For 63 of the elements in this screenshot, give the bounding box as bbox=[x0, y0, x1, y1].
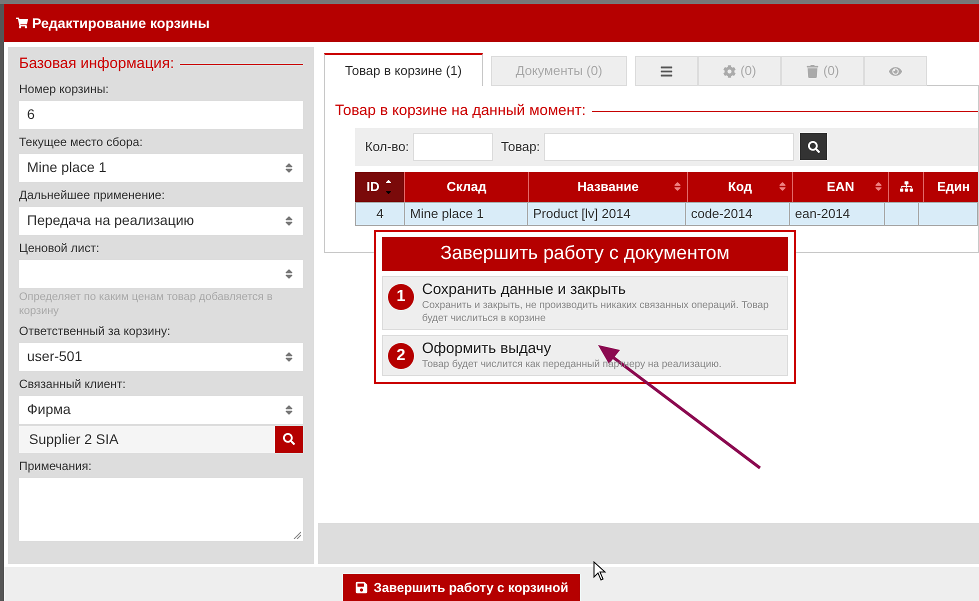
search-button[interactable] bbox=[275, 426, 303, 452]
table-cell: code-2014 bbox=[685, 202, 790, 226]
text-field[interactable]: 6 bbox=[19, 100, 303, 128]
tab[interactable]: Товар в корзине (1) bbox=[324, 53, 483, 86]
finish-basket-button[interactable]: Завершить работу с корзиной bbox=[342, 574, 580, 601]
step-number: 2 bbox=[388, 343, 414, 369]
option-title: Сохранить данные и закрыть bbox=[422, 281, 627, 299]
search-button[interactable] bbox=[800, 133, 828, 160]
field-label: Ценовой лист: bbox=[19, 240, 100, 256]
field-label: Ответственный за корзину: bbox=[19, 322, 172, 340]
step-number: 1 bbox=[388, 284, 414, 310]
table-cell: Mine place 1 bbox=[404, 202, 528, 226]
search-icon bbox=[283, 433, 295, 445]
table-cell: 4 bbox=[355, 202, 405, 226]
quantity-field[interactable] bbox=[413, 132, 494, 160]
quantity-label: Кол-во: bbox=[365, 138, 410, 156]
mouse-cursor-icon bbox=[593, 561, 607, 581]
table-cell: ean-2014 bbox=[789, 202, 885, 226]
finish-option[interactable]: 1 Сохранить данные и закрыть Сохранить и закрыть, не производить никаких связанных операций. Товар будет числиться в корзине bbox=[382, 276, 788, 330]
sort-caret-icon bbox=[283, 404, 295, 416]
window-title: Редактирование корзины bbox=[32, 14, 210, 33]
search-icon bbox=[808, 140, 820, 152]
gear-icon bbox=[723, 64, 736, 78]
select-field[interactable] bbox=[19, 260, 303, 288]
section-heading: Базовая информация: bbox=[19, 54, 174, 74]
select-field[interactable]: user-501 bbox=[19, 342, 303, 370]
tab[interactable] bbox=[635, 56, 698, 86]
product-label: Товар: bbox=[501, 138, 540, 156]
table-cell bbox=[884, 202, 919, 226]
column-header[interactable]: Код bbox=[688, 172, 793, 202]
column-header[interactable]: EAN bbox=[793, 172, 889, 202]
option-title: Оформить выдачу bbox=[422, 340, 552, 358]
field-label: Примечания: bbox=[19, 458, 93, 474]
column-header[interactable]: Склад bbox=[405, 172, 529, 202]
field-label: Связанный клиент: bbox=[19, 376, 127, 392]
column-header[interactable]: Название bbox=[529, 172, 688, 202]
sort-caret-icon bbox=[283, 162, 295, 174]
resize-grip-icon bbox=[293, 530, 301, 538]
cart-icon bbox=[16, 17, 28, 29]
column-header[interactable] bbox=[889, 172, 924, 202]
option-description: Сохранить и закрыть, не производить никаких связанных операций. Товар будет числиться в корзине bbox=[422, 299, 770, 325]
select-field[interactable]: Фирма bbox=[19, 396, 303, 424]
list-icon bbox=[660, 64, 674, 78]
select-field[interactable]: Передача на реализацию bbox=[19, 206, 303, 234]
select-field[interactable]: Mine place 1 bbox=[19, 154, 303, 182]
lookup-field[interactable]: Supplier 2 SIA bbox=[19, 426, 275, 452]
field-label: Номер корзины: bbox=[19, 80, 110, 98]
hierarchy-icon bbox=[900, 180, 912, 193]
notes-field[interactable] bbox=[19, 478, 303, 540]
product-field[interactable] bbox=[544, 132, 794, 160]
field-label: Текущее место сбора: bbox=[19, 134, 144, 150]
eye-icon bbox=[889, 64, 902, 78]
sort-caret-icon bbox=[283, 350, 295, 362]
field-label: Дальнейшее применение: bbox=[19, 186, 166, 204]
dialog-title: Завершить работу с документом bbox=[382, 237, 788, 271]
sort-caret-icon bbox=[283, 214, 295, 226]
section-heading: Товар в корзине на данный момент: bbox=[335, 101, 586, 121]
sort-caret-icon bbox=[283, 268, 295, 280]
column-header[interactable]: ID bbox=[355, 172, 405, 202]
table-cell: Product [lv] 2014 bbox=[527, 202, 686, 226]
column-header[interactable]: Един bbox=[924, 172, 978, 202]
trash-icon bbox=[806, 64, 820, 78]
table-cell bbox=[918, 202, 978, 226]
